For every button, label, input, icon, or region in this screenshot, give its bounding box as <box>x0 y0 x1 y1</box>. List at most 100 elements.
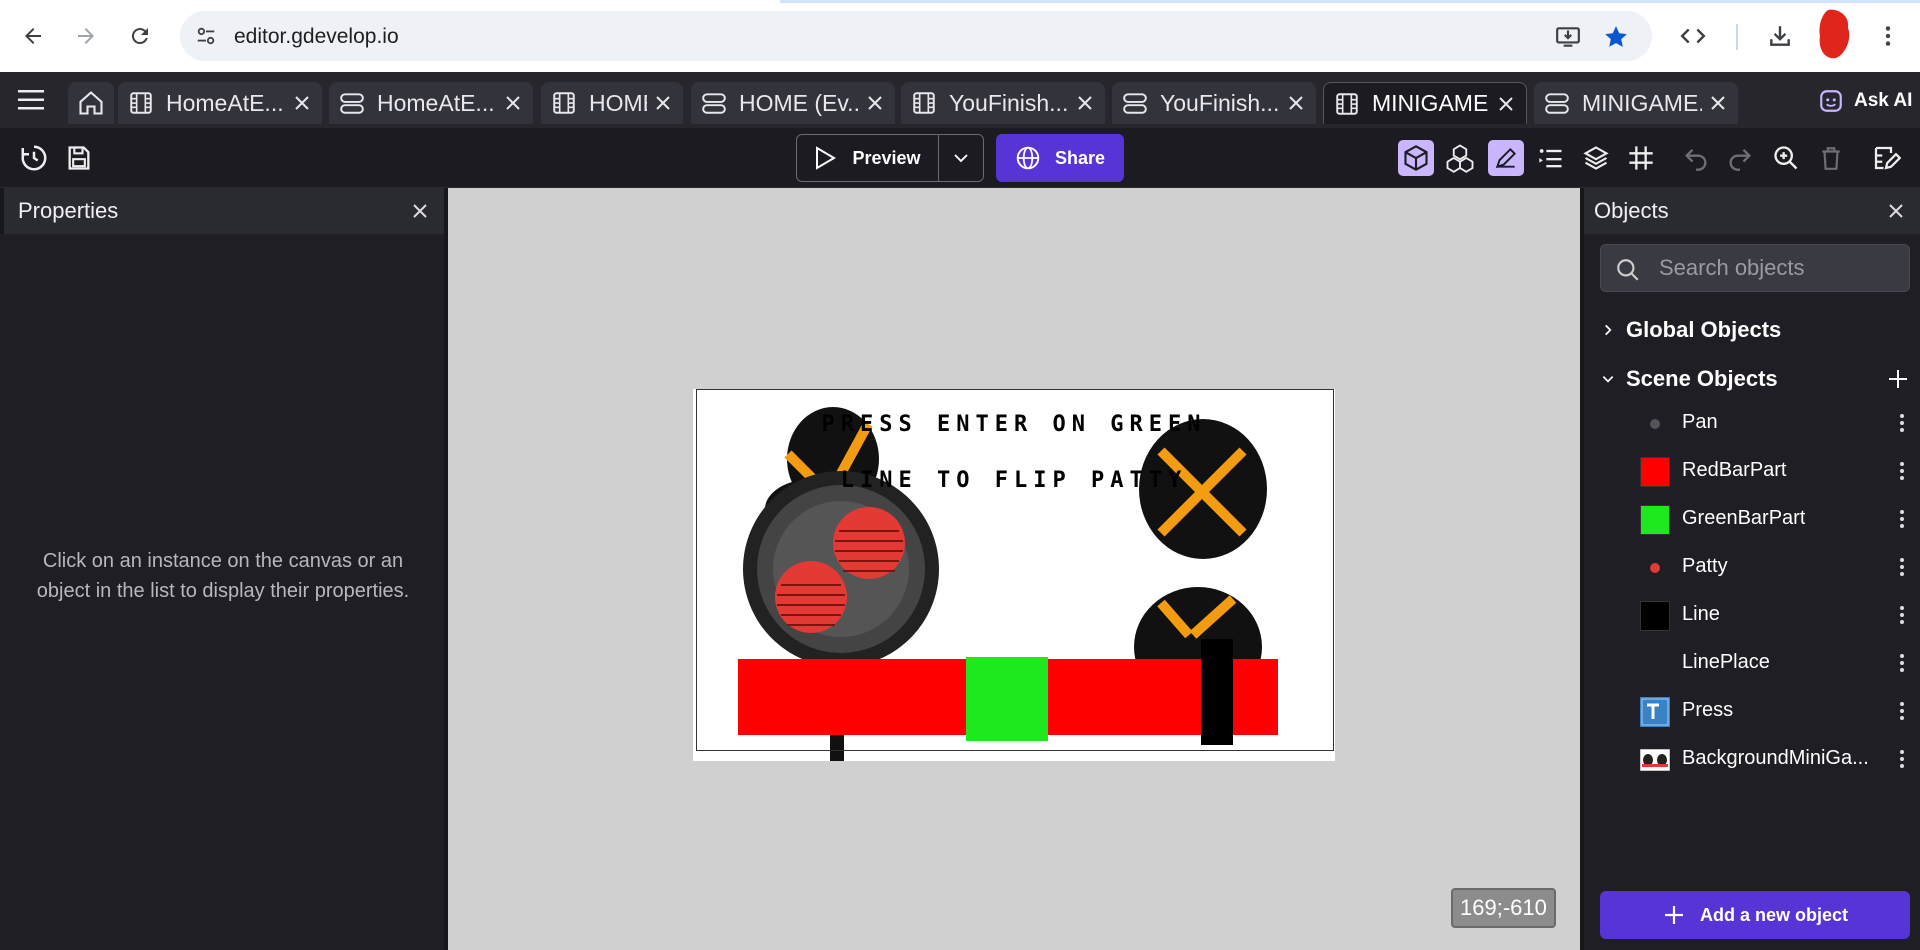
scene-canvas[interactable]: PRESS ENTER ON GREEN LINE TO FLIP PATTY … <box>448 188 1580 950</box>
search-icon <box>1617 259 1639 281</box>
object-menu-icon[interactable] <box>1892 460 1912 482</box>
object-menu-icon[interactable] <box>1892 556 1912 578</box>
undo-icon[interactable] <box>1680 142 1712 174</box>
green-bar-part[interactable] <box>966 657 1048 741</box>
add-new-object-button[interactable]: Add a new object <box>1600 891 1910 939</box>
press-text-line-2: LINE TO FLIP PATTY <box>840 468 1188 493</box>
object-menu-icon[interactable] <box>1892 412 1912 434</box>
global-objects-group[interactable]: Global Objects <box>1584 312 1920 348</box>
line-sprite[interactable] <box>1201 639 1233 745</box>
toolbar-separator <box>1736 24 1738 50</box>
preview-options-button[interactable] <box>939 135 983 181</box>
home-tab[interactable] <box>68 82 114 124</box>
editor-tab[interactable]: HOME <box>541 82 683 124</box>
object-thumbnail <box>1640 553 1670 583</box>
object-menu-icon[interactable] <box>1892 700 1912 722</box>
object-menu-icon[interactable] <box>1892 508 1912 530</box>
close-tab-icon[interactable] <box>292 93 312 113</box>
profile-avatar[interactable] <box>1818 8 1854 60</box>
properties-header: Properties <box>0 188 444 234</box>
editor-tab[interactable]: HomeAtE... <box>118 82 322 124</box>
object-item-patty[interactable]: Patty <box>1584 544 1920 590</box>
ask-ai-button[interactable]: Ask AI <box>1818 88 1912 114</box>
scene-properties-icon[interactable] <box>1870 142 1902 174</box>
object-item-lineplace[interactable]: LinePlace <box>1584 640 1920 686</box>
press-text-object[interactable]: PRESS ENTER ON GREEN LINE TO FLIP PATTY <box>693 397 1335 509</box>
editor-tab[interactable]: MINIGAME... <box>1534 82 1738 124</box>
object-item-backgroundminiga[interactable]: BackgroundMiniGa... <box>1584 736 1920 782</box>
object-item-greenbarpart[interactable]: GreenBarPart <box>1584 496 1920 542</box>
zoom-icon[interactable] <box>1770 142 1802 174</box>
close-tab-icon[interactable] <box>865 93 885 113</box>
editor-tab[interactable]: HOME (Ev... <box>691 82 895 124</box>
home-icon <box>79 91 103 115</box>
instances-list-icon[interactable] <box>1535 142 1567 174</box>
save-icon[interactable] <box>63 142 95 174</box>
forward-button[interactable] <box>68 18 104 54</box>
add-scene-object-icon[interactable] <box>1886 367 1910 391</box>
object-menu-icon[interactable] <box>1892 748 1912 770</box>
address-bar[interactable]: editor.gdevelop.io <box>180 11 1652 61</box>
close-tab-icon[interactable] <box>1075 93 1095 113</box>
close-tab-icon[interactable] <box>1496 94 1516 114</box>
object-item-redbarpart[interactable]: RedBarPart <box>1584 448 1920 494</box>
properties-panel: Properties Click on an instance on the c… <box>0 188 448 950</box>
object-name: Line <box>1682 603 1720 625</box>
editor-tab[interactable]: YouFinish... <box>901 82 1105 124</box>
patty-sprite-2[interactable] <box>775 561 847 633</box>
object-thumbnail <box>1640 649 1670 679</box>
delete-icon[interactable] <box>1815 142 1847 174</box>
close-tab-icon[interactable] <box>1286 93 1306 113</box>
close-tab-icon[interactable] <box>653 93 673 113</box>
redo-icon[interactable] <box>1724 142 1756 174</box>
object-menu-icon[interactable] <box>1892 652 1912 674</box>
close-objects-icon[interactable] <box>1886 201 1906 221</box>
object-name: Press <box>1682 699 1734 721</box>
tab-label: YouFinish... <box>949 89 1069 116</box>
events-sheet-icon <box>340 93 364 114</box>
browser-menu-icon[interactable] <box>1870 18 1906 54</box>
patty-sprite-1[interactable] <box>833 507 905 579</box>
object-item-pan[interactable]: Pan <box>1584 400 1920 446</box>
devtools-code-icon[interactable] <box>1675 18 1711 54</box>
events-sheet-icon <box>1545 93 1569 114</box>
site-info-icon[interactable] <box>194 24 218 48</box>
tab-label: YouFinish... <box>1160 89 1280 116</box>
bookmark-star-icon[interactable] <box>1602 23 1630 51</box>
object-item-press[interactable]: Press <box>1584 688 1920 734</box>
edit-pencil-icon[interactable] <box>1488 140 1524 176</box>
objects-panel-toggle-icon[interactable] <box>1444 142 1476 174</box>
object-item-line[interactable]: Line <box>1584 592 1920 638</box>
install-app-icon[interactable] <box>1554 23 1582 51</box>
scene-objects-group[interactable]: Scene Objects <box>1584 361 1920 397</box>
close-tab-icon[interactable] <box>503 93 523 113</box>
editor-tab[interactable]: YouFinish... <box>1112 82 1316 124</box>
chevron-right-icon <box>1594 316 1622 344</box>
object-name: Patty <box>1682 555 1728 577</box>
globe-icon <box>1016 146 1040 170</box>
3d-object-icon[interactable] <box>1398 140 1434 176</box>
search-objects-input[interactable] <box>1659 245 1899 291</box>
share-button[interactable]: Share <box>996 134 1124 182</box>
game-viewport[interactable]: PRESS ENTER ON GREEN LINE TO FLIP PATTY <box>693 389 1335 761</box>
layers-icon[interactable] <box>1580 142 1612 174</box>
object-name: RedBarPart <box>1682 459 1787 481</box>
history-icon[interactable] <box>18 142 50 174</box>
editor-tab[interactable]: HomeAtE... <box>329 82 533 124</box>
object-menu-icon[interactable] <box>1892 604 1912 626</box>
editor-tab-bar: HomeAtE... HomeAtE... HOME HOME (Ev... YouFi… <box>0 72 1920 128</box>
close-tab-icon[interactable] <box>1708 93 1728 113</box>
grid-icon[interactable] <box>1625 142 1657 174</box>
editor-tab[interactable]: MINIGAME 1 <box>1323 82 1527 124</box>
back-button[interactable] <box>15 18 51 54</box>
object-name: GreenBarPart <box>1682 507 1806 529</box>
main-menu-icon[interactable] <box>16 86 52 114</box>
url-text[interactable]: editor.gdevelop.io <box>234 25 399 49</box>
close-properties-icon[interactable] <box>410 201 430 221</box>
downloads-icon[interactable] <box>1762 18 1798 54</box>
play-icon <box>816 146 837 170</box>
preview-button[interactable]: Preview <box>797 135 939 181</box>
objects-title: Objects <box>1594 198 1669 223</box>
reload-button[interactable] <box>122 18 158 54</box>
browser-toolbar: editor.gdevelop.io <box>0 0 1920 72</box>
